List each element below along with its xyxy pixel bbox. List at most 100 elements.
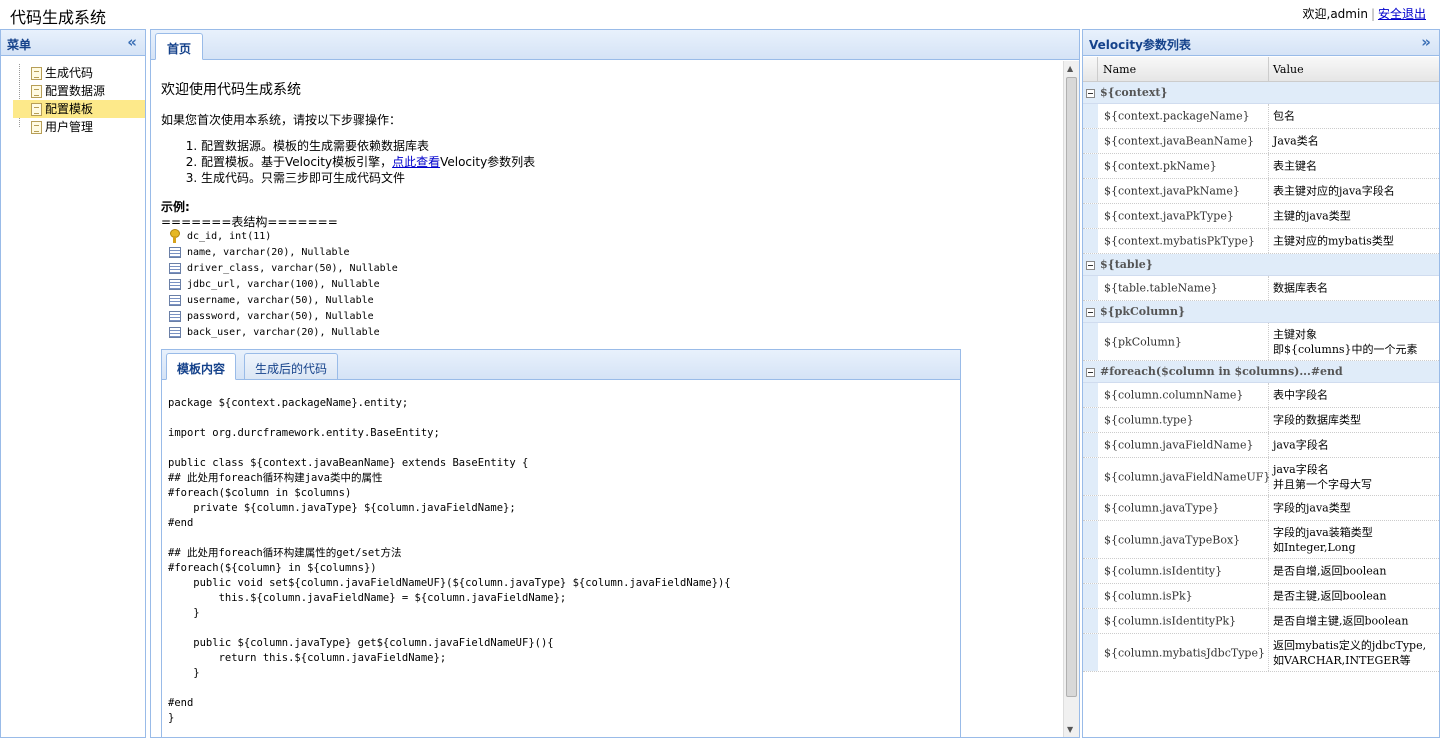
param-name: ${context.pkName} — [1104, 159, 1217, 173]
column-icon — [169, 279, 181, 290]
param-row[interactable]: ${column.javaFieldNameUF} java字段名 并且第一个字母大… — [1083, 458, 1439, 496]
param-value-cell: 主键的java类型 — [1273, 209, 1351, 224]
code-tabs: 模板内容 生成后的代码 — [162, 350, 960, 380]
document-icon — [31, 85, 42, 98]
param-row[interactable]: ${column.isIdentityPk} 是否自增主键,返回boolean — [1083, 609, 1439, 634]
param-value-cell: java字段名 — [1273, 438, 1329, 453]
scroll-down-icon[interactable]: ▼ — [1067, 725, 1073, 734]
param-group[interactable]: #foreach($column in $columns)...#end — [1083, 361, 1439, 383]
collapse-group-icon[interactable] — [1086, 261, 1095, 270]
param-value: 字段的java类型 — [1273, 501, 1351, 515]
collapse-right-icon[interactable]: » — [1421, 33, 1431, 51]
param-value-extra: 并且第一个字母大写 — [1273, 477, 1372, 491]
param-value: 表主键名 — [1273, 159, 1317, 173]
param-group[interactable]: ${table} — [1083, 254, 1439, 276]
param-row[interactable]: ${column.javaFieldName} java字段名 — [1083, 433, 1439, 458]
param-name: ${column.mybatisJdbcType} — [1104, 646, 1265, 659]
param-value-cell: 数据库表名 — [1273, 281, 1328, 296]
param-value: 主键对象 — [1273, 327, 1317, 341]
param-row[interactable]: ${context.packageName} 包名 — [1083, 104, 1439, 129]
field-text: jdbc_url, varchar(100), Nullable — [187, 279, 380, 290]
param-row[interactable]: ${column.javaTypeBox} 字段的java装箱类型 如Integer… — [1083, 521, 1439, 559]
column-icon — [169, 247, 181, 258]
param-value: 是否主键,返回boolean — [1273, 589, 1387, 603]
param-value: 主键的java类型 — [1273, 209, 1351, 223]
param-value: 表中字段名 — [1273, 388, 1328, 402]
menu-item-template[interactable]: 配置模板 — [13, 100, 145, 118]
logout-link[interactable]: 安全退出 — [1378, 7, 1426, 21]
param-value-extra: 如VARCHAR,INTEGER等 — [1273, 653, 1411, 667]
home-content: 欢迎使用代码生成系统 如果您首次使用本系统，请按以下步骤操作： 配置数据源。模板… — [151, 61, 1065, 737]
param-group[interactable]: ${context} — [1083, 82, 1439, 104]
tab-home[interactable]: 首页 — [155, 33, 204, 60]
param-value: 是否自增主键,返回boolean — [1273, 614, 1409, 628]
menu-item-label: 配置模板 — [45, 102, 94, 116]
param-value-cell: Java类名 — [1273, 134, 1319, 149]
scrollbar-thumb[interactable] — [1066, 77, 1077, 697]
code-panel: 模板内容 生成后的代码 package ${context.packageNam… — [161, 349, 961, 737]
param-row[interactable]: ${table.tableName} 数据库表名 — [1083, 276, 1439, 301]
view-params-link[interactable]: 点此查看 — [392, 155, 440, 169]
param-value-cell: 包名 — [1273, 109, 1295, 124]
example-title: 示例: — [161, 200, 190, 214]
col-name-header: Name — [1103, 63, 1137, 76]
param-row[interactable]: ${context.javaBeanName} Java类名 — [1083, 129, 1439, 154]
menu-item-users[interactable]: 用户管理 — [13, 118, 145, 136]
main-panel: 首页 欢迎使用代码生成系统 如果您首次使用本系统，请按以下步骤操作： 配置数据源… — [150, 29, 1080, 738]
param-row[interactable]: ${column.javaType} 字段的java类型 — [1083, 496, 1439, 521]
param-name: ${context.mybatisPkType} — [1104, 234, 1255, 248]
param-row[interactable]: ${context.pkName} 表主键名 — [1083, 154, 1439, 179]
param-value: java字段名 — [1273, 462, 1329, 476]
param-value: java字段名 — [1273, 438, 1329, 452]
table-structure-heading: =======表结构======= — [161, 215, 338, 229]
collapse-left-icon[interactable]: « — [127, 33, 137, 51]
collapse-group-icon[interactable] — [1086, 308, 1095, 317]
column-icon — [169, 311, 181, 322]
param-row[interactable]: ${column.mybatisJdbcType} 返回mybatis定义的jdb… — [1083, 634, 1439, 672]
param-row[interactable]: ${context.javaPkName} 表主键对应的java字段名 — [1083, 179, 1439, 204]
param-value: Java类名 — [1273, 134, 1319, 148]
col-value-header: Value — [1273, 63, 1304, 76]
menu-item-generate-code[interactable]: 生成代码 — [13, 64, 145, 82]
tab-template-content[interactable]: 模板内容 — [166, 353, 237, 380]
param-value-cell: 表主键对应的java字段名 — [1273, 184, 1395, 199]
document-icon — [31, 103, 42, 116]
tab-generated-code[interactable]: 生成后的代码 — [244, 353, 339, 380]
grid-header: Name Value — [1083, 57, 1439, 82]
param-group[interactable]: ${pkColumn} — [1083, 301, 1439, 323]
step-text: 配置数据源。模板的生成需要依赖数据库表 — [201, 139, 430, 153]
param-value: 返回mybatis定义的jdbcType, — [1273, 638, 1427, 652]
collapse-group-icon[interactable] — [1086, 89, 1095, 98]
collapse-group-icon[interactable] — [1086, 368, 1095, 377]
step-text: 配置模板。基于Velocity模板引擎， — [201, 155, 393, 169]
param-value: 表主键对应的java字段名 — [1273, 184, 1395, 198]
param-value: 是否自增,返回boolean — [1273, 564, 1387, 578]
group-title: ${pkColumn} — [1100, 305, 1186, 318]
param-row[interactable]: ${pkColumn} 主键对象 即${columns}中的一个元素 — [1083, 323, 1439, 361]
scroll-up-icon[interactable]: ▲ — [1067, 64, 1073, 73]
param-name: ${pkColumn} — [1104, 335, 1182, 348]
column-icon — [169, 263, 181, 274]
param-name: ${column.columnName} — [1104, 388, 1244, 402]
param-value-cell: 主键对象 即${columns}中的一个元素 — [1273, 327, 1418, 357]
field-text: name, varchar(20), Nullable — [187, 247, 350, 258]
param-row[interactable]: ${context.javaPkType} 主键的java类型 — [1083, 204, 1439, 229]
param-row[interactable]: ${column.isPk} 是否主键,返回boolean — [1083, 584, 1439, 609]
param-name: ${column.isPk} — [1104, 589, 1193, 603]
step-text: Velocity参数列表 — [440, 155, 536, 169]
property-grid: Name Value ${context} ${context.packageNa… — [1083, 57, 1439, 672]
param-row[interactable]: ${context.mybatisPkType} 主键对应的mybatis类型 — [1083, 229, 1439, 254]
param-name: ${column.javaTypeBox} — [1104, 533, 1241, 546]
field-text: back_user, varchar(20), Nullable — [187, 327, 380, 338]
param-name: ${column.isIdentityPk} — [1104, 614, 1237, 628]
main-scrollbar[interactable]: ▲ ▼ — [1063, 61, 1079, 737]
param-row[interactable]: ${column.isIdentity} 是否自增,返回boolean — [1083, 559, 1439, 584]
param-row[interactable]: ${column.columnName} 表中字段名 — [1083, 383, 1439, 408]
menu-item-datasource[interactable]: 配置数据源 — [13, 82, 145, 100]
menu-tree: 生成代码 配置数据源 配置模板 用户管理 — [1, 56, 145, 136]
param-name: ${column.javaFieldName} — [1104, 438, 1254, 452]
field-row: jdbc_url, varchar(100), Nullable — [161, 277, 1055, 293]
param-value: 数据库表名 — [1273, 281, 1328, 295]
field-row: password, varchar(50), Nullable — [161, 309, 1055, 325]
param-row[interactable]: ${column.type} 字段的数据库类型 — [1083, 408, 1439, 433]
